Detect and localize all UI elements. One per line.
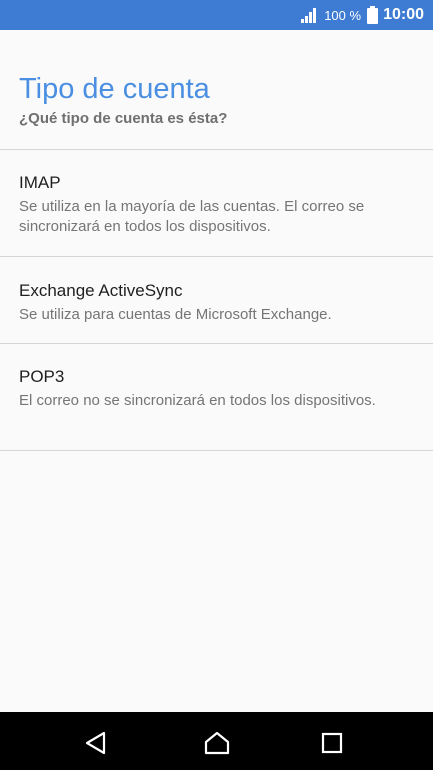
option-title: Exchange ActiveSync [19, 281, 183, 300]
page-subtitle: ¿Qué tipo de cuenta es ésta? [19, 110, 228, 127]
divider [0, 149, 433, 150]
signal-icon [301, 8, 317, 23]
option-exchange-activesync[interactable]: Exchange ActiveSync Se utiliza para cuen… [0, 280, 433, 325]
back-icon[interactable] [82, 730, 110, 756]
navigation-bar [0, 712, 433, 770]
option-description: Se utiliza para cuentas de Microsoft Exc… [19, 306, 332, 323]
option-description: El correo no se sincronizará en todos lo… [19, 392, 376, 409]
option-imap[interactable]: IMAP Se utiliza en la mayoría de las cue… [0, 172, 433, 237]
header: Tipo de cuenta ¿Qué tipo de cuenta es és… [19, 72, 227, 127]
battery-percent: 100 % [324, 7, 362, 23]
option-pop3[interactable]: POP3 El correo no se sincronizará en tod… [0, 366, 433, 411]
option-title: IMAP [19, 173, 61, 192]
divider [0, 450, 433, 451]
option-title: POP3 [19, 367, 65, 386]
battery-icon [367, 6, 379, 24]
status-bar: 100 % 10:00 [0, 0, 433, 30]
clock: 10:00 [383, 6, 424, 23]
divider [0, 256, 433, 257]
option-description: Se utiliza en la mayoría de las cuentas.… [19, 198, 365, 235]
recents-icon[interactable] [318, 730, 346, 756]
home-icon[interactable] [203, 730, 231, 756]
divider [0, 343, 433, 344]
page-title: Tipo de cuenta [19, 73, 210, 105]
